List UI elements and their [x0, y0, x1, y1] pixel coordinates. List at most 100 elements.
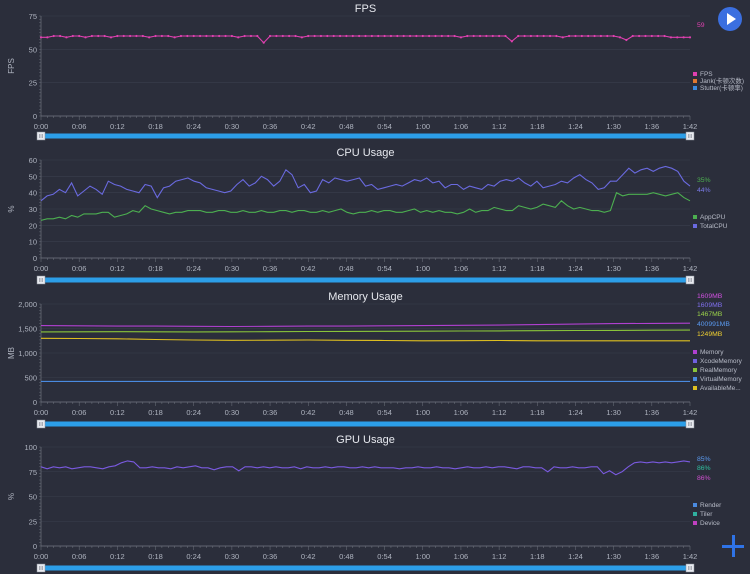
data-point	[504, 34, 507, 38]
x-tick-label: 0:00	[34, 264, 49, 273]
last-value-label: 35%	[697, 177, 711, 184]
data-point	[338, 34, 342, 38]
last-value-label: 85%	[697, 456, 711, 463]
data-point	[542, 34, 545, 38]
legend-swatch	[693, 72, 697, 76]
legend-label[interactable]: Stutter(卡顿率)	[700, 83, 743, 92]
add-button[interactable]	[722, 535, 744, 557]
x-tick-label: 1:42	[683, 122, 698, 131]
x-tick-label: 0:42	[301, 408, 316, 417]
data-point	[389, 34, 393, 38]
data-point	[593, 34, 596, 38]
y-tick-label: 0	[33, 112, 37, 121]
last-value-label: 86%	[697, 475, 711, 482]
x-tick-label: 0:06	[72, 408, 87, 417]
data-point	[421, 34, 424, 38]
range-slider-track[interactable]	[41, 565, 690, 571]
y-tick-label: 500	[24, 374, 37, 383]
data-point	[682, 36, 685, 39]
x-tick-label: 0:36	[263, 122, 278, 131]
data-point	[326, 34, 329, 38]
data-point	[370, 34, 373, 38]
x-tick-label: 0:12	[110, 264, 125, 273]
legend-label[interactable]: XcodeMemory	[700, 358, 743, 365]
y-tick-label: 1,000	[18, 349, 37, 358]
data-point	[288, 34, 291, 38]
data-point	[498, 34, 501, 38]
legend-swatch	[693, 86, 697, 90]
y-tick-label: 0	[33, 542, 37, 551]
data-point	[447, 34, 450, 38]
data-point	[173, 36, 176, 39]
x-tick-label: 0:30	[225, 122, 240, 131]
x-tick-label: 0:30	[225, 408, 240, 417]
legend-label[interactable]: Jank(卡顿次数)	[700, 76, 744, 85]
x-tick-label: 1:42	[683, 552, 698, 561]
data-point	[268, 34, 272, 38]
legend-swatch	[693, 386, 697, 390]
legend-label[interactable]: Tiler	[700, 511, 713, 518]
legend-swatch	[693, 215, 697, 219]
data-point	[561, 36, 564, 39]
range-slider-track[interactable]	[41, 277, 690, 283]
x-tick-label: 0:24	[186, 122, 201, 131]
legend-label[interactable]: TotalCPU	[700, 223, 728, 230]
x-tick-label: 0:30	[225, 552, 240, 561]
y-axis-label: MB	[7, 347, 16, 359]
data-point	[97, 34, 100, 38]
data-point	[78, 34, 81, 38]
x-tick-label: 0:36	[263, 408, 278, 417]
x-tick-label: 0:48	[339, 122, 354, 131]
y-axis-label: %	[7, 493, 16, 500]
legend-label[interactable]: Device	[700, 520, 720, 527]
x-tick-label: 1:36	[645, 408, 660, 417]
data-point	[294, 34, 297, 38]
legend-label[interactable]: FPS	[700, 71, 713, 78]
legend-label[interactable]: AvailableMe...	[700, 385, 741, 392]
data-point	[65, 36, 68, 39]
range-slider-track[interactable]	[41, 133, 690, 139]
legend-label[interactable]: RealMemory	[700, 367, 738, 374]
legend-swatch	[693, 377, 697, 381]
legend-label[interactable]: AppCPU	[700, 214, 726, 221]
data-point	[58, 34, 62, 38]
x-tick-label: 0:42	[301, 122, 316, 131]
y-tick-label: 60	[29, 156, 37, 165]
data-point	[351, 34, 354, 38]
data-point	[211, 34, 214, 38]
data-point	[517, 34, 520, 38]
data-point	[612, 34, 615, 38]
y-axis-label: %	[7, 205, 16, 212]
legend-swatch	[693, 79, 697, 83]
data-point	[676, 36, 679, 39]
x-tick-label: 0:24	[186, 264, 201, 273]
x-tick-label: 0:06	[72, 552, 87, 561]
x-tick-label: 1:24	[568, 264, 583, 273]
data-point	[160, 34, 163, 38]
data-point	[472, 34, 475, 38]
legend-label[interactable]: Memory	[700, 349, 724, 356]
data-point	[218, 34, 221, 38]
x-tick-label: 1:24	[568, 122, 583, 131]
y-tick-label: 50	[29, 45, 37, 54]
range-slider-track[interactable]	[41, 421, 690, 427]
last-value-label: 1249MB	[697, 331, 723, 338]
legend-label[interactable]: VirtualMemory	[700, 376, 743, 383]
x-tick-label: 0:18	[148, 264, 163, 273]
x-tick-label: 1:18	[530, 552, 545, 561]
x-tick-label: 0:18	[148, 552, 163, 561]
data-point	[122, 34, 125, 38]
legend-swatch	[693, 512, 697, 516]
legend-swatch	[693, 521, 697, 525]
data-point	[631, 34, 634, 38]
data-point	[364, 34, 367, 38]
data-point	[46, 36, 49, 39]
legend-swatch	[693, 224, 697, 228]
chart-title: GPU Usage	[336, 434, 395, 446]
data-point	[332, 34, 335, 38]
legend-label[interactable]: Render	[700, 502, 722, 509]
play-button[interactable]	[718, 7, 742, 31]
data-point	[167, 34, 170, 38]
y-tick-label: 25	[29, 517, 37, 526]
y-tick-label: 40	[29, 189, 37, 198]
